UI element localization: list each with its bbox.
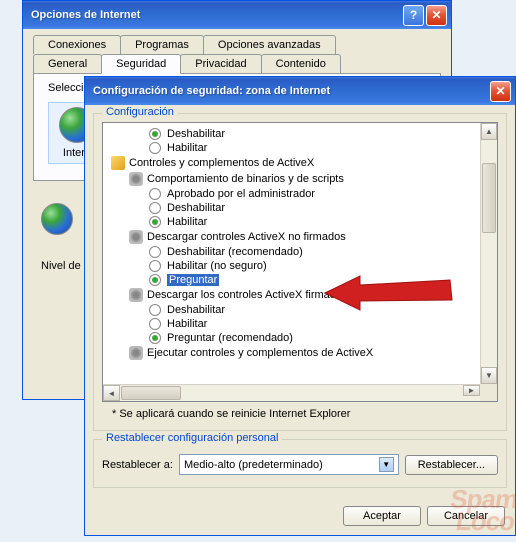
tab-conexiones[interactable]: Conexiones bbox=[33, 35, 121, 54]
config-label: Configuración bbox=[102, 106, 178, 118]
tabs-row-1: Conexiones Programas Opciones avanzadas bbox=[23, 29, 451, 54]
tabs-row-2: General Seguridad Privacidad Contenido bbox=[23, 54, 451, 73]
level-label: Nivel de bbox=[41, 260, 81, 272]
close-button[interactable]: ✕ bbox=[426, 5, 447, 26]
radio-g1-enable[interactable]: Habilitar bbox=[105, 141, 495, 155]
settings-tree[interactable]: Deshabilitar Habilitar Controles y compl… bbox=[102, 122, 498, 402]
g3-header: Descargar controles ActiveX no firmados bbox=[105, 229, 495, 245]
help-button[interactable]: ? bbox=[403, 5, 424, 26]
arrow-annotation-icon bbox=[320, 268, 460, 318]
reset-to-label: Restablecer a: bbox=[102, 459, 173, 471]
scrollbar-horizontal[interactable]: ◄ ► bbox=[103, 384, 480, 401]
chevron-down-icon: ▼ bbox=[379, 457, 394, 472]
reset-select-value: Medio-alto (predeterminado) bbox=[184, 459, 323, 471]
g2-header: Comportamiento de binarios y de scripts bbox=[105, 171, 495, 187]
tab-seguridad[interactable]: Seguridad bbox=[101, 54, 181, 74]
scroll-thumb-h[interactable] bbox=[121, 386, 181, 400]
tab-opciones-avanzadas[interactable]: Opciones avanzadas bbox=[203, 35, 336, 54]
gear-icon bbox=[129, 172, 143, 186]
reset-level-select[interactable]: Medio-alto (predeterminado) ▼ bbox=[179, 454, 399, 475]
radio-g2-disable[interactable]: Deshabilitar bbox=[105, 201, 495, 215]
child-title: Configuración de seguridad: zona de Inte… bbox=[93, 85, 488, 97]
scroll-down-button[interactable]: ▼ bbox=[481, 367, 497, 384]
scroll-right-button[interactable]: ► bbox=[463, 385, 480, 396]
gear-icon bbox=[129, 346, 143, 360]
ok-button[interactable]: Aceptar bbox=[343, 506, 421, 526]
tab-privacidad[interactable]: Privacidad bbox=[180, 54, 261, 73]
radio-g1-disable[interactable]: Deshabilitar bbox=[105, 127, 495, 141]
reset-section-label: Restablecer configuración personal bbox=[102, 432, 282, 444]
radio-g2-admin[interactable]: Aprobado por el administrador bbox=[105, 187, 495, 201]
g5-header: Ejecutar controles y complementos de Act… bbox=[105, 345, 495, 361]
gear-icon bbox=[129, 230, 143, 244]
parent-title: Opciones de Internet bbox=[31, 9, 401, 21]
scrollbar-vertical[interactable]: ▲ ▼ bbox=[480, 123, 497, 384]
globe-icon-small bbox=[41, 203, 73, 235]
activex-icon bbox=[111, 156, 125, 170]
child-close-button[interactable]: ✕ bbox=[490, 81, 511, 102]
watermark: SpamLoco bbox=[446, 488, 516, 532]
parent-titlebar[interactable]: Opciones de Internet ? ✕ bbox=[23, 1, 451, 29]
gear-icon bbox=[129, 288, 143, 302]
restart-note: * Se aplicará cuando se reinicie Interne… bbox=[102, 402, 498, 422]
tab-contenido[interactable]: Contenido bbox=[261, 54, 341, 73]
scroll-up-button[interactable]: ▲ bbox=[481, 123, 497, 140]
scroll-thumb-v[interactable] bbox=[482, 163, 496, 233]
radio-g2-enable[interactable]: Habilitar bbox=[105, 215, 495, 229]
child-titlebar[interactable]: Configuración de seguridad: zona de Inte… bbox=[85, 77, 515, 105]
reset-button[interactable]: Restablecer... bbox=[405, 455, 498, 475]
scroll-corner bbox=[480, 384, 497, 401]
tab-programas[interactable]: Programas bbox=[120, 35, 204, 54]
scroll-left-button[interactable]: ◄ bbox=[103, 385, 120, 401]
reset-fieldset: Restablecer configuración personal Resta… bbox=[93, 439, 507, 488]
activex-header: Controles y complementos de ActiveX bbox=[105, 155, 495, 171]
radio-g4-prompt[interactable]: Preguntar (recomendado) bbox=[105, 331, 495, 345]
radio-g3-disable[interactable]: Deshabilitar (recomendado) bbox=[105, 245, 495, 259]
radio-g4-enable[interactable]: Habilitar bbox=[105, 317, 495, 331]
tab-general[interactable]: General bbox=[33, 54, 102, 73]
